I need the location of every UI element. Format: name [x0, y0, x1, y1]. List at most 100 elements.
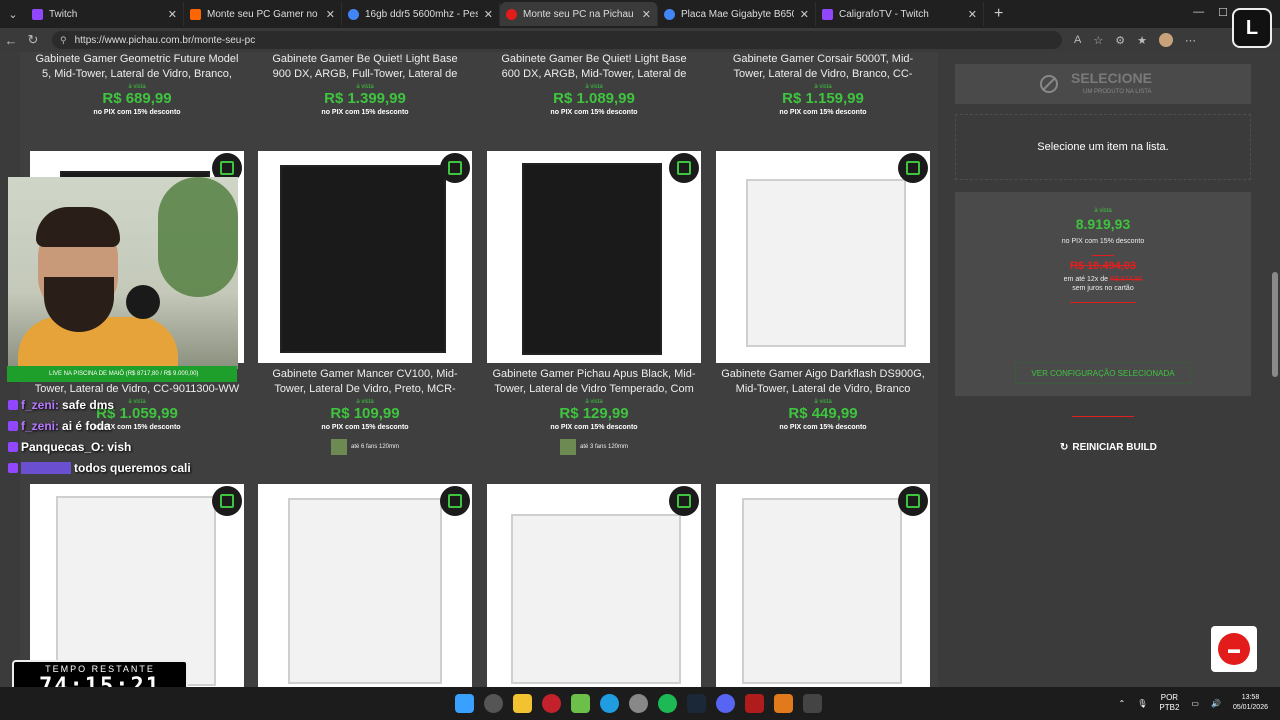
tab-google-search[interactable]: 16gb ddr5 5600mhz - Pesquisa Go ✕	[342, 2, 500, 26]
edge-browser-icon[interactable]	[600, 694, 619, 713]
reset-build-label: REINICIAR BUILD	[1072, 442, 1157, 453]
steam-icon[interactable]	[687, 694, 706, 713]
case-image	[522, 163, 662, 355]
app-icon[interactable]	[803, 694, 822, 713]
microphone-tray-icon[interactable]: 🎙	[1137, 699, 1147, 708]
product-name: Gabinete Gamer Be Quiet! Light Base 600 …	[501, 53, 687, 80]
discord-icon[interactable]	[716, 694, 735, 713]
app-icon[interactable]	[571, 694, 590, 713]
product-image[interactable]	[258, 484, 472, 687]
reload-icon[interactable]: ↻	[22, 32, 44, 48]
chat-text: vish	[107, 439, 132, 454]
view-configuration-button[interactable]: VER CONFIGURAÇÃO SELECIONADA	[1015, 362, 1191, 384]
product-card[interactable]	[258, 484, 472, 687]
tab-twitch[interactable]: Twitch ✕	[26, 2, 184, 26]
close-tab-icon[interactable]: ✕	[168, 8, 177, 21]
twitch-favicon-icon	[822, 8, 833, 20]
select-checkbox[interactable]	[669, 486, 699, 516]
product-card[interactable]: Gabinete Gamer Corsair 5000T, Mid-Tower,…	[716, 52, 930, 116]
close-tab-icon[interactable]: ✕	[642, 8, 651, 21]
scrollbar-thumb[interactable]	[1272, 272, 1278, 377]
app-icon[interactable]	[629, 694, 648, 713]
product-card[interactable]	[716, 484, 930, 687]
url-field[interactable]: ⚲ https://www.pichau.com.br/monte-seu-pc	[52, 31, 1062, 49]
favorite-star-icon[interactable]: ☆	[1093, 34, 1103, 47]
language-code: POR	[1160, 693, 1179, 702]
tab-kabum[interactable]: Monte seu PC Gamer no KaBuM! ✕	[184, 2, 342, 26]
select-checkbox[interactable]	[212, 486, 242, 516]
product-card[interactable]: Gabinete Gamer Geometric Future Model 5,…	[30, 52, 244, 116]
page-scrollbar[interactable]	[1270, 52, 1280, 687]
pix-discount-note: no PIX com 15% desconto	[321, 109, 409, 116]
product-image[interactable]	[716, 484, 930, 687]
favorites-list-icon[interactable]: ★	[1137, 34, 1147, 47]
case-image	[56, 496, 216, 686]
extensions-icon[interactable]: ⚙	[1115, 34, 1125, 47]
app-icon[interactable]	[745, 694, 764, 713]
spotify-icon[interactable]	[658, 694, 677, 713]
system-clock[interactable]: 13:58 05/01/2026	[1233, 693, 1268, 713]
tab-pichau[interactable]: Monte seu PC na Pichau ✕	[500, 2, 658, 26]
fan-support-text: até 6 fans 120mm	[350, 444, 400, 450]
close-tab-icon[interactable]: ✕	[800, 8, 809, 21]
close-tab-icon[interactable]: ✕	[326, 8, 335, 21]
product-card[interactable]: Gabinete Gamer Mancer CV100, Mid-Tower, …	[258, 151, 472, 455]
reset-build-button[interactable]: ↻ REINICIAR BUILD	[1060, 442, 1157, 453]
minimize-icon[interactable]: —	[1193, 6, 1204, 19]
read-aloud-icon[interactable]: A	[1074, 34, 1081, 46]
tab-title: Monte seu PC Gamer no KaBuM!	[207, 8, 320, 20]
google-favicon-icon	[664, 8, 675, 20]
product-image[interactable]	[258, 151, 472, 363]
installment-text: em até 12x de R$ 874,50	[955, 276, 1251, 283]
tab-actions-menu-icon[interactable]: ⌄	[0, 3, 26, 25]
product-card[interactable]: Gabinete Gamer Be Quiet! Light Base 600 …	[487, 52, 701, 116]
build-total-box: à vista 8.919,93 no PIX com 15% desconto…	[955, 192, 1251, 396]
product-image[interactable]	[487, 484, 701, 687]
start-menu-icon[interactable]	[455, 694, 474, 713]
close-tab-icon[interactable]: ✕	[968, 8, 977, 21]
more-options-icon[interactable]: ⋯	[1185, 34, 1196, 47]
profile-avatar[interactable]	[1158, 33, 1173, 47]
fan-icon	[330, 439, 347, 455]
select-checkbox[interactable]	[898, 153, 928, 183]
app-icon[interactable]	[484, 694, 503, 713]
back-arrow-icon[interactable]: ←	[0, 33, 22, 48]
language-indicator[interactable]: POR PTB2	[1159, 693, 1179, 713]
app-icon[interactable]	[542, 694, 561, 713]
chat-message: f_zeni: safe dms	[8, 394, 242, 415]
product-card[interactable]: Gabinete Gamer Be Quiet! Light Base 900 …	[258, 52, 472, 116]
select-checkbox[interactable]	[898, 486, 928, 516]
file-explorer-icon[interactable]	[513, 694, 532, 713]
microphone-icon	[126, 285, 160, 319]
product-card[interactable]: Gabinete Gamer Pichau Apus Black, Mid-To…	[487, 151, 701, 455]
app-icon[interactable]	[774, 694, 793, 713]
chevron-up-icon[interactable]: ⌃	[1119, 699, 1126, 708]
site-info-icon[interactable]: ⚲	[60, 35, 67, 46]
product-card[interactable]: Gabinete Gamer Aigo Darkflash DS900G, Mi…	[716, 151, 930, 431]
select-subtitle: UM PRODUTO NA LISTA	[1083, 89, 1152, 95]
product-image[interactable]	[716, 151, 930, 363]
maximize-icon[interactable]: ☐	[1218, 6, 1228, 19]
tab-gigabyte[interactable]: Placa Mae Gigabyte B650M D3HP ✕	[658, 2, 816, 26]
product-image[interactable]	[487, 151, 701, 363]
twitch-favicon-icon	[32, 8, 43, 20]
support-chat-button[interactable]: ▬	[1211, 626, 1257, 672]
tab-caligrafotv[interactable]: CaligrafoTV - Twitch ✕	[816, 2, 984, 26]
fan-support-info: até 3 fans 120mm	[487, 439, 701, 455]
product-image[interactable]	[30, 484, 244, 687]
no-interest-note: sem juros no cartão	[1072, 285, 1134, 292]
new-tab-plus-icon[interactable]: +	[984, 5, 1013, 23]
select-checkbox[interactable]	[669, 153, 699, 183]
chat-message: todos queremos cali	[8, 457, 242, 478]
volume-icon[interactable]: 🔊	[1211, 699, 1221, 708]
chat-text: ai é foda	[62, 418, 111, 433]
select-checkbox[interactable]	[440, 486, 470, 516]
product-card[interactable]	[487, 484, 701, 687]
select-checkbox[interactable]	[440, 153, 470, 183]
pichau-favicon-icon	[506, 8, 517, 20]
close-tab-icon[interactable]: ✕	[484, 8, 493, 21]
network-icon[interactable]: ▭	[1191, 699, 1199, 708]
product-card[interactable]	[30, 484, 244, 687]
chat-text: safe dms	[62, 397, 115, 412]
product-price: R$ 109,99	[330, 405, 400, 422]
